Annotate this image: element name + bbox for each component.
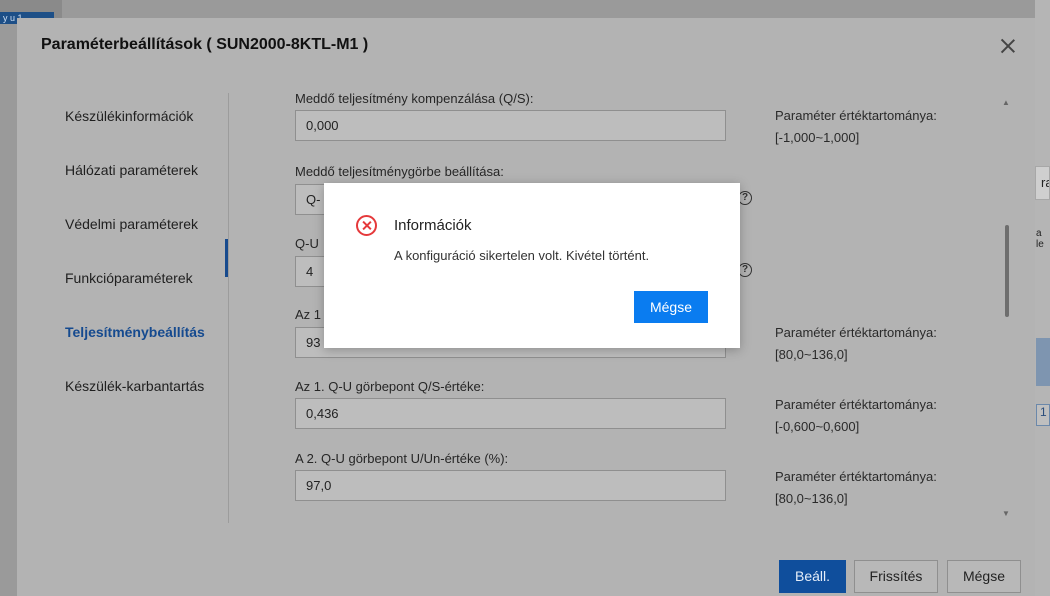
dialog-title: Paraméterbeállítások ( SUN2000-8KTL-M1 ) [41, 36, 369, 53]
background-right-box: ra [1035, 166, 1050, 200]
error-circle-icon [356, 215, 377, 236]
field-range-hint: Paraméter értéktartománya:[80,0~136,0] [775, 325, 937, 362]
field-label: Az 1 [295, 307, 322, 322]
modal-title: Információk [394, 217, 472, 234]
background-right-panel [1035, 0, 1050, 596]
set-button[interactable]: Beáll. [779, 560, 846, 593]
sidebar-item-device-maintenance[interactable]: Készülék-karbantartás [65, 378, 204, 394]
sidebar-active-indicator [225, 239, 228, 277]
field-range-hint: Paraméter értéktartománya:[-0,600~0,600] [775, 397, 937, 434]
modal-cancel-button[interactable]: Mégse [634, 291, 708, 323]
curve-point-1-qs-input[interactable]: 0,436 [295, 398, 726, 429]
help-icon[interactable]: ? [738, 263, 752, 277]
reactive-power-compensation-input[interactable]: 0,000 [295, 110, 726, 141]
close-icon[interactable] [997, 35, 1019, 57]
sidebar-item-device-info[interactable]: Készülékinformációk [65, 108, 193, 124]
field-label: Q-U [295, 236, 319, 251]
scrollbar-thumb[interactable] [1005, 225, 1009, 317]
sidebar-item-protection-parameters[interactable]: Védelmi paraméterek [65, 216, 198, 232]
background-right-text: a le [1036, 228, 1044, 250]
refresh-button[interactable]: Frissítés [854, 560, 938, 593]
field-label: Az 1. Q-U görbepont Q/S-értéke: [295, 379, 485, 394]
background-right-number: 1 [1036, 404, 1050, 426]
settings-sidebar: Készülékinformációk Hálózati paraméterek… [17, 93, 229, 523]
scroll-up-icon[interactable]: ▲ [1002, 98, 1010, 107]
field-label: Meddő teljesítménygörbe beállítása: [295, 164, 504, 179]
help-icon[interactable]: ? [738, 191, 752, 205]
field-label: Meddő teljesítmény kompenzálása (Q/S): [295, 93, 534, 106]
field-range-hint: Paraméter értéktartománya:[80,0~136,0] [775, 469, 937, 506]
scroll-down-icon[interactable]: ▼ [1002, 509, 1010, 518]
info-modal: Információk A konfiguráció sikertelen vo… [324, 183, 740, 348]
modal-message: A konfiguráció sikertelen volt. Kivétel … [394, 248, 650, 263]
field-range-hint: Paraméter értéktartománya:[-1,000~1,000] [775, 108, 937, 145]
sidebar-item-grid-parameters[interactable]: Hálózati paraméterek [65, 162, 198, 178]
curve-point-2-u-input[interactable]: 97,0 [295, 470, 726, 501]
sidebar-item-power-settings[interactable]: Teljesítménybeállítás [65, 324, 205, 340]
cancel-button[interactable]: Mégse [947, 560, 1021, 593]
field-label: A 2. Q-U görbepont U/Un-értéke (%): [295, 451, 509, 466]
sidebar-item-function-parameters[interactable]: Funkcióparaméterek [65, 270, 193, 286]
background-right-band [1036, 338, 1050, 386]
